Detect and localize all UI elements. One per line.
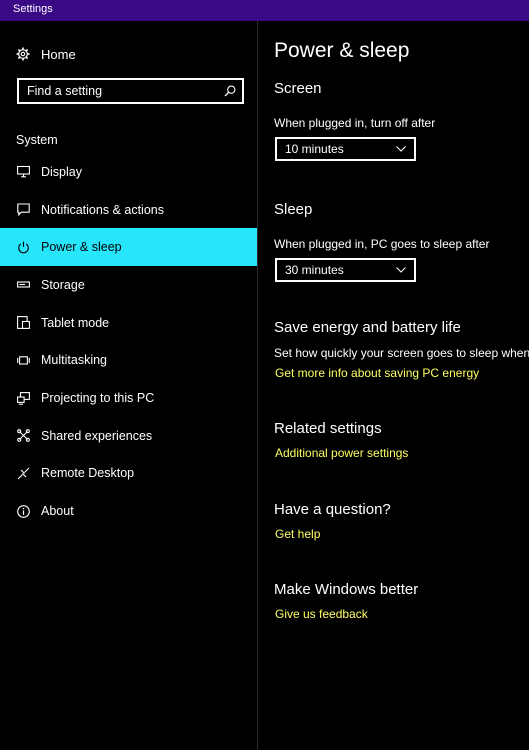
question-heading: Have a question? bbox=[274, 501, 391, 518]
sleep-heading: Sleep bbox=[274, 201, 313, 218]
main-content: Power & sleep Screen When plugged in, tu… bbox=[274, 21, 529, 750]
sidebar-item-power-sleep[interactable]: Power & sleep bbox=[0, 228, 257, 267]
sidebar-item-label: Notifications & actions bbox=[41, 202, 164, 217]
search-input[interactable] bbox=[19, 80, 224, 102]
sidebar-item-label: Display bbox=[41, 164, 82, 179]
sidebar-item-multitasking[interactable]: Multitasking bbox=[0, 342, 257, 380]
sidebar-item-label: Multitasking bbox=[41, 353, 107, 368]
search-box[interactable] bbox=[17, 78, 244, 104]
sidebar-item-label: Tablet mode bbox=[41, 315, 110, 330]
power-icon bbox=[18, 241, 29, 254]
sidebar-item-storage[interactable]: Storage bbox=[0, 266, 257, 304]
feedback-heading: Make Windows better bbox=[274, 581, 419, 598]
dropdown-value: 30 minutes bbox=[285, 263, 344, 277]
home-label: Home bbox=[41, 46, 76, 62]
sidebar-item-shared-experiences[interactable]: Shared experiences bbox=[0, 417, 257, 455]
sidebar-item-label: Storage bbox=[41, 277, 85, 292]
monitor-icon bbox=[17, 166, 30, 178]
sidebar: Home System Display Notifications & acti… bbox=[0, 21, 258, 750]
sidebar-item-display[interactable]: Display bbox=[0, 153, 257, 191]
sleep-timeout-dropdown[interactable]: 30 minutes bbox=[275, 258, 416, 282]
storage-icon bbox=[17, 281, 30, 288]
chevron-down-icon bbox=[396, 267, 406, 273]
shared-experiences-icon bbox=[17, 429, 30, 443]
multitasking-icon bbox=[17, 356, 30, 365]
tablet-icon bbox=[17, 316, 30, 330]
remote-desktop-icon bbox=[17, 467, 30, 480]
projecting-icon bbox=[17, 391, 30, 405]
home-nav-item[interactable]: Home bbox=[16, 45, 76, 63]
sleep-timeout-label: When plugged in, PC goes to sleep after bbox=[274, 237, 490, 251]
page-title: Power & sleep bbox=[274, 39, 410, 62]
sidebar-item-remote-desktop[interactable]: Remote Desktop bbox=[0, 455, 257, 493]
additional-power-settings-link[interactable]: Additional power settings bbox=[275, 446, 408, 460]
sidebar-item-label: Power & sleep bbox=[41, 240, 122, 255]
sidebar-item-notifications[interactable]: Notifications & actions bbox=[0, 191, 257, 229]
screen-timeout-dropdown[interactable]: 10 minutes bbox=[275, 137, 416, 161]
title-bar[interactable]: Settings bbox=[0, 0, 529, 21]
window-title: Settings bbox=[13, 3, 53, 15]
sidebar-item-label: Shared experiences bbox=[41, 428, 153, 443]
screen-timeout-label: When plugged in, turn off after bbox=[274, 116, 436, 130]
sidebar-item-tablet-mode[interactable]: Tablet mode bbox=[0, 304, 257, 342]
gear-icon bbox=[16, 47, 30, 61]
dropdown-value: 10 minutes bbox=[285, 142, 344, 156]
get-help-link[interactable]: Get help bbox=[275, 527, 320, 541]
give-feedback-link[interactable]: Give us feedback bbox=[275, 607, 368, 621]
sidebar-item-about[interactable]: About bbox=[0, 492, 257, 530]
chevron-down-icon bbox=[396, 146, 406, 152]
notification-icon bbox=[17, 203, 30, 217]
section-label-system: System bbox=[16, 133, 58, 147]
save-energy-heading: Save energy and battery life bbox=[274, 319, 461, 336]
save-energy-text: Set how quickly your screen goes to slee… bbox=[274, 346, 529, 360]
search-icon[interactable] bbox=[224, 85, 236, 97]
sidebar-item-label: Projecting to this PC bbox=[41, 391, 155, 406]
sidebar-item-label: Remote Desktop bbox=[41, 466, 135, 481]
screen-heading: Screen bbox=[274, 80, 322, 97]
energy-info-link[interactable]: Get more info about saving PC energy bbox=[275, 366, 479, 380]
sidebar-item-projecting[interactable]: Projecting to this PC bbox=[0, 379, 257, 417]
sidebar-item-label: About bbox=[41, 504, 74, 519]
info-icon bbox=[17, 504, 30, 518]
related-settings-heading: Related settings bbox=[274, 420, 382, 437]
